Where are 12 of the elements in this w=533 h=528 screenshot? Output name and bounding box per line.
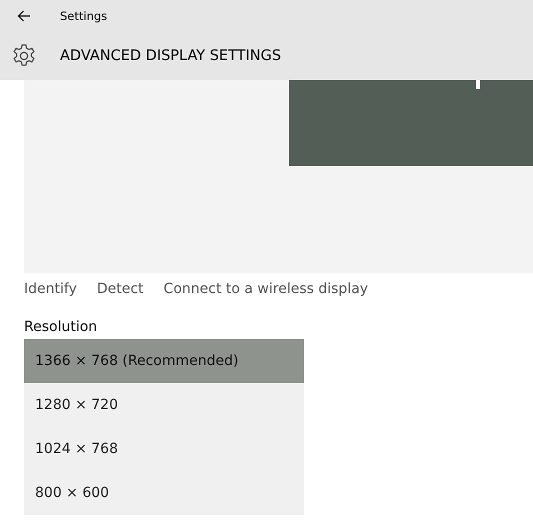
resolution-option[interactable]: 1366 × 768 (Recommended): [24, 339, 304, 383]
page-title: ADVANCED DISPLAY SETTINGS: [60, 48, 282, 64]
link[interactable]: Identify: [24, 280, 77, 298]
resolution-label: Resolution: [24, 318, 98, 336]
resolution-option[interactable]: 1280 × 720: [24, 383, 304, 427]
resolution-option[interactable]: 1024 × 768: [24, 427, 304, 471]
link[interactable]: Connect to a wireless display: [164, 280, 368, 298]
settings-icon: [11, 43, 37, 69]
resolution-option[interactable]: 800 × 600: [24, 471, 304, 515]
link[interactable]: Detect: [96, 280, 144, 298]
back-icon[interactable]: [17, 10, 31, 22]
window-title: Settings: [60, 9, 108, 23]
